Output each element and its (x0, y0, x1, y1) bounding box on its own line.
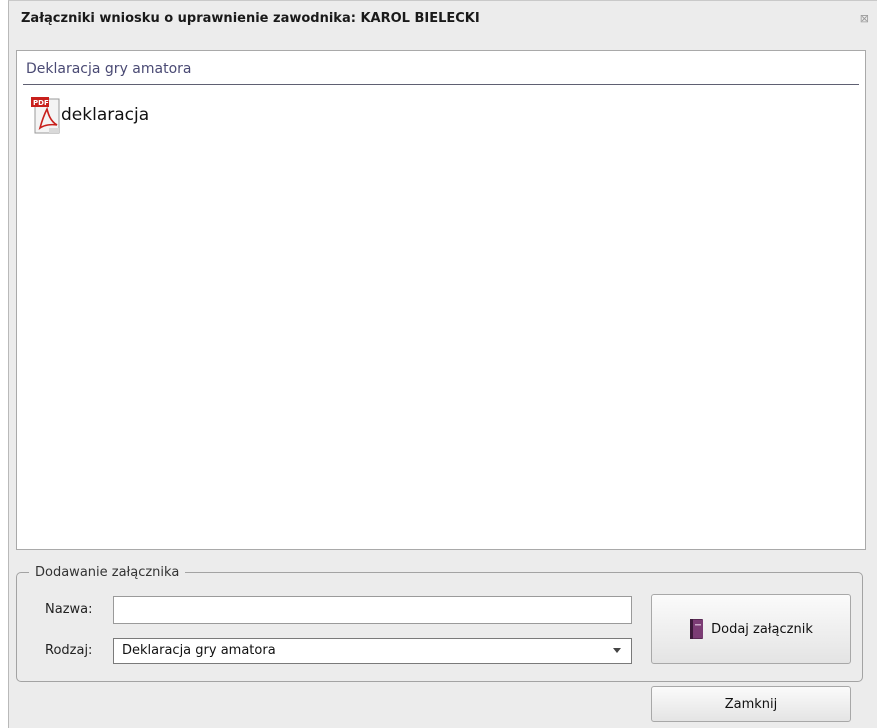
type-label: Rodzaj: (45, 643, 93, 658)
attachment-group-label: Deklaracja gry amatora (26, 61, 192, 77)
title-bar: Załączniki wniosku o uprawnienie zawodni… (9, 1, 877, 37)
attachment-item[interactable]: PDF deklaracja (31, 95, 149, 135)
close-icon[interactable]: ⊠ (860, 12, 869, 25)
book-icon (690, 619, 704, 639)
name-input[interactable] (113, 596, 632, 624)
chevron-down-icon (613, 648, 621, 653)
pdf-icon: PDF (31, 97, 60, 134)
group-divider (23, 84, 859, 85)
name-label: Nazwa: (45, 602, 93, 617)
attachment-name: deklaracja (61, 105, 150, 125)
attachments-list-panel: Deklaracja gry amatora PDF deklaracja (16, 50, 866, 550)
type-selected-value: Deklaracja gry amatora (122, 643, 276, 658)
dialog-title: Załączniki wniosku o uprawnienie zawodni… (21, 11, 480, 26)
svg-text:PDF: PDF (33, 99, 49, 107)
add-attachment-label: Dodaj załącznik (711, 621, 813, 637)
close-button-label: Zamknij (724, 696, 778, 712)
add-attachment-button[interactable]: Dodaj załącznik (651, 594, 851, 664)
type-select[interactable]: Deklaracja gry amatora (113, 638, 632, 664)
close-button[interactable]: Zamknij (651, 686, 851, 722)
add-attachment-legend: Dodawanie załącznika (35, 565, 180, 580)
